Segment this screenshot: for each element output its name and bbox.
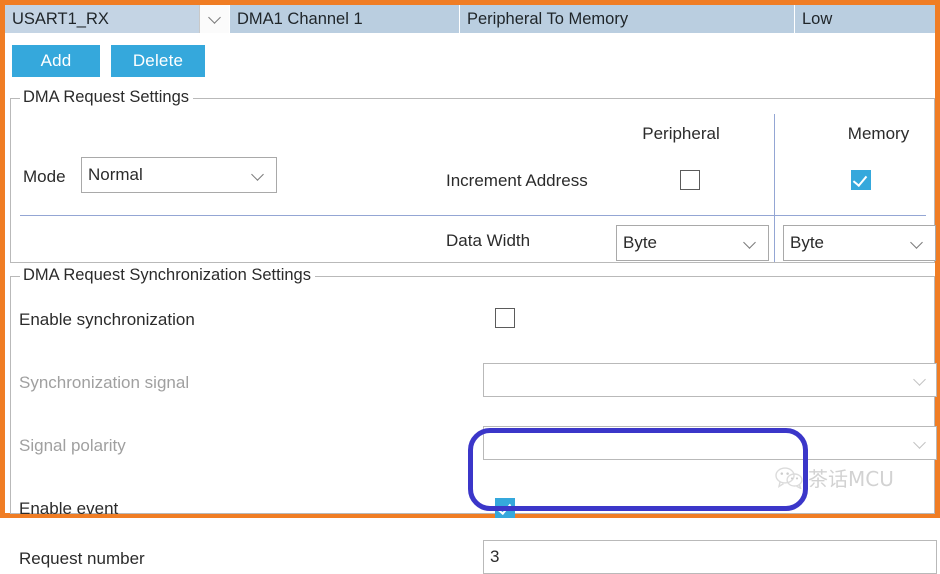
request-number-input[interactable] xyxy=(483,540,937,574)
signal-polarity-select xyxy=(483,426,937,460)
section-divider xyxy=(20,215,926,216)
enable-synchronization-label: Enable synchronization xyxy=(19,310,195,329)
dma-request-settings-group: DMA Request Settings Peripheral Memory M… xyxy=(10,88,936,263)
chevron-down-icon[interactable] xyxy=(199,5,229,33)
data-width-memory-value: Byte xyxy=(790,233,825,252)
chevron-down-icon xyxy=(913,371,936,389)
enable-event-label: Enable event xyxy=(19,499,119,518)
column-header-peripheral: Peripheral xyxy=(642,124,720,143)
table-cell-channel[interactable]: DMA1 Channel 1 xyxy=(230,5,460,33)
table-cell-direction[interactable]: Peripheral To Memory xyxy=(460,5,795,33)
column-header-memory: Memory xyxy=(847,124,910,143)
mode-label: Mode xyxy=(23,167,66,186)
group-title-sync-settings: DMA Request Synchronization Settings xyxy=(20,266,315,285)
table-cell-priority[interactable]: Low xyxy=(795,5,935,33)
mode-select-value: Normal xyxy=(88,165,143,184)
request-number-label: Request number xyxy=(19,549,145,568)
chevron-down-icon[interactable] xyxy=(743,234,768,252)
add-button[interactable]: Add xyxy=(12,45,100,77)
data-width-label: Data Width xyxy=(446,231,531,250)
increment-address-peripheral-checkbox[interactable] xyxy=(680,170,700,190)
column-divider xyxy=(774,114,775,262)
chevron-down-icon[interactable] xyxy=(251,166,276,184)
dma-configuration-panel: USART1_RX DMA1 Channel 1 Peripheral To M… xyxy=(0,0,940,574)
data-width-peripheral-select[interactable]: Byte xyxy=(616,225,769,261)
enable-event-checkbox[interactable] xyxy=(495,498,515,518)
synchronization-signal-select xyxy=(483,363,937,397)
chevron-down-icon xyxy=(913,434,936,452)
increment-address-memory-checkbox[interactable] xyxy=(851,170,871,190)
enable-synchronization-checkbox[interactable] xyxy=(495,308,515,328)
group-title-request-settings: DMA Request Settings xyxy=(20,88,193,107)
toolbar: Add Delete xyxy=(12,45,205,77)
increment-address-label: Increment Address xyxy=(446,171,588,190)
signal-polarity-label: Signal polarity xyxy=(19,436,126,455)
request-select-value: USART1_RX xyxy=(12,9,109,28)
request-select[interactable]: USART1_RX xyxy=(5,5,230,33)
delete-button[interactable]: Delete xyxy=(111,45,205,77)
mode-select[interactable]: Normal xyxy=(81,157,277,193)
synchronization-signal-label: Synchronization signal xyxy=(19,373,190,392)
dma-request-sync-settings-group: DMA Request Synchronization Settings Ena… xyxy=(10,266,937,574)
data-width-peripheral-value: Byte xyxy=(623,233,658,252)
dma-request-table-row: USART1_RX DMA1 Channel 1 Peripheral To M… xyxy=(5,5,935,33)
chevron-down-icon[interactable] xyxy=(910,234,935,252)
data-width-memory-select[interactable]: Byte xyxy=(783,225,936,261)
